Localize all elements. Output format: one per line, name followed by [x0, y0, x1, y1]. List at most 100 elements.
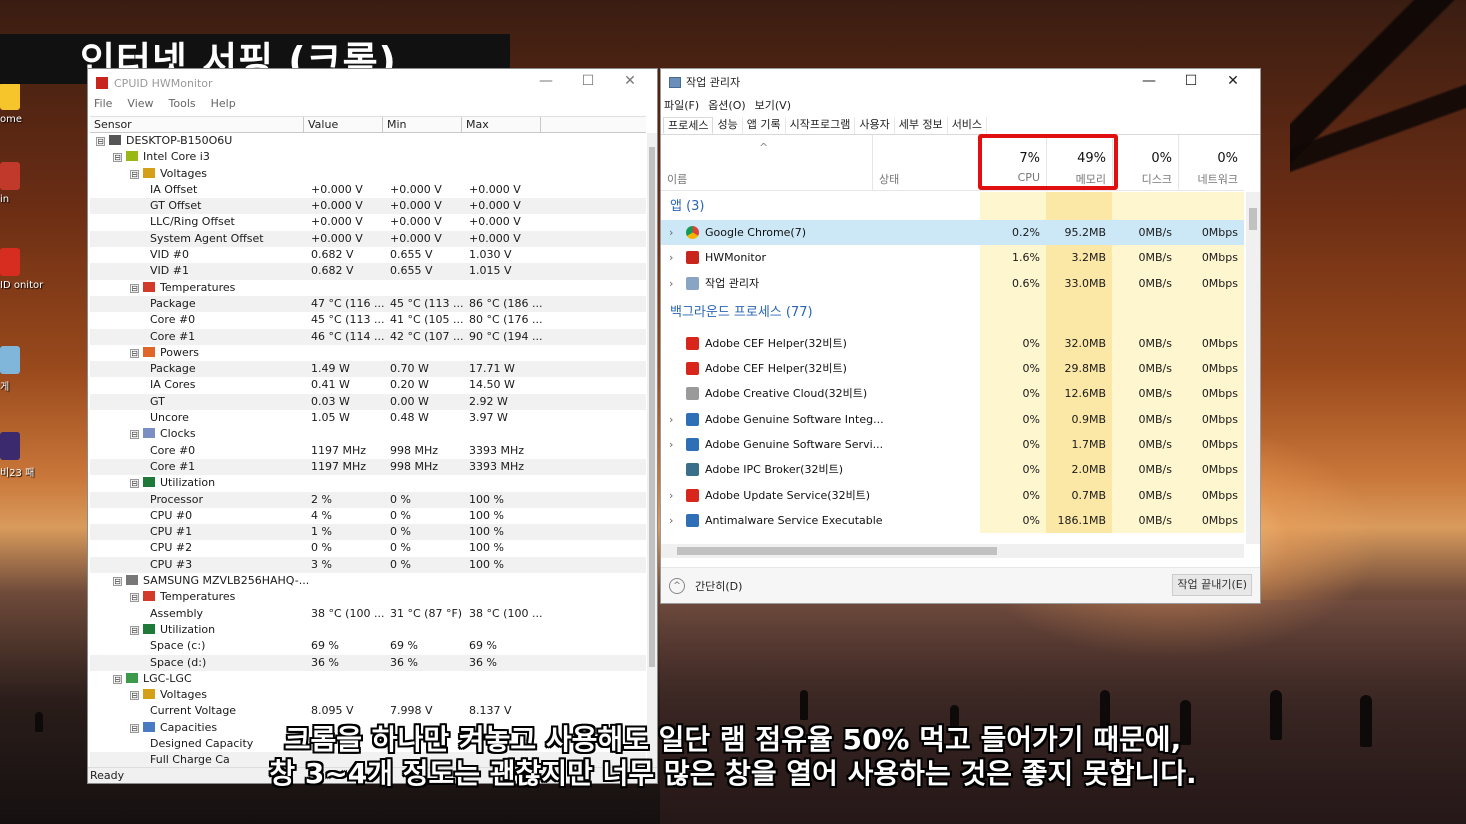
collapse-toggle-icon[interactable]: ⊟ [113, 153, 122, 163]
sensor-row[interactable]: Space (d:) 36 % 36 % 36 % [90, 654, 646, 671]
sensor-row[interactable]: GT Offset +0.000 V +0.000 V +0.000 V [90, 198, 646, 215]
process-row[interactable]: Adobe CEF Helper(32비트) 0% 29.8MB 0MB/s 0Mbps [661, 356, 1244, 382]
sensor-group-row[interactable]: ⊟ Powers [90, 345, 646, 361]
process-row[interactable]: › Google Chrome(7) 0.2% 95.2MB 0MB/s 0Mbps [661, 220, 1244, 246]
sensor-row[interactable]: CPU #3 3 % 0 % 100 % [90, 556, 646, 574]
process-list-hscroll[interactable] [661, 544, 1244, 558]
collapse-toggle-icon[interactable]: ⊟ [130, 430, 139, 440]
end-task-button[interactable]: 작업 끝내기(E) [1172, 574, 1252, 596]
column-status[interactable]: 상태 [872, 135, 980, 191]
sensor-row[interactable]: Package 1.49 W 0.70 W 17.71 W [90, 361, 646, 378]
sensor-row[interactable]: Space (c:) 69 % 69 % 69 % [90, 638, 646, 654]
sensor-row[interactable]: GT 0.03 W 0.00 W 2.92 W [90, 393, 646, 411]
sensor-row[interactable]: System Agent Offset +0.000 V +0.000 V +0.00… [90, 230, 646, 248]
desktop-shortcut-icon[interactable] [0, 248, 20, 276]
process-row[interactable]: › Adobe Update Service(32비트) 0% 0.7MB 0MB/s 0… [661, 482, 1244, 508]
column-min[interactable]: Min [383, 117, 462, 132]
column-value[interactable]: Value [304, 117, 383, 132]
sensor-row[interactable]: IA Cores 0.41 W 0.20 W 14.50 W [90, 377, 646, 393]
sensor-row[interactable]: Processor 2 % 0 % 100 % [90, 491, 646, 508]
expand-chevron-icon[interactable]: › [669, 483, 673, 508]
collapse-toggle-icon[interactable]: ⊟ [130, 593, 139, 603]
expand-chevron-icon[interactable]: › [669, 245, 673, 270]
sensor-row[interactable]: LLC/Ring Offset +0.000 V +0.000 V +0.000 V [90, 214, 646, 230]
collapse-toggle-icon[interactable]: ⊟ [113, 674, 122, 684]
taskmanager-window[interactable]: 작업 관리자 — ☐ ✕ 파일(F) 옵션(O) 보기(V) 프로세스 성능 앱 기… [660, 68, 1261, 604]
collapse-toggle-icon[interactable]: ⊟ [96, 137, 105, 146]
desktop-shortcut-icon[interactable] [0, 82, 20, 110]
collapse-toggle-icon[interactable]: ⊟ [113, 577, 122, 587]
sensor-group-row[interactable]: ⊟ LGC-LGC [90, 671, 646, 687]
column-network[interactable]: 0% 네트워크 [1178, 135, 1244, 191]
sensor-row[interactable]: Core #0 1197 MHz 998 MHz 3393 MHz [90, 443, 646, 459]
process-row[interactable]: Adobe CEF Helper(32비트) 0% 32.0MB 0MB/s 0Mbps [661, 330, 1244, 357]
expand-chevron-icon[interactable]: › [669, 508, 673, 533]
desktop-shortcut-icon[interactable] [0, 346, 20, 374]
scrollbar-thumb[interactable] [649, 147, 655, 667]
tab-2[interactable]: 앱 기록 [743, 117, 786, 134]
sensor-row[interactable]: IA Offset +0.000 V +0.000 V +0.000 V [90, 182, 646, 198]
process-row[interactable]: › HWMonitor 1.6% 3.2MB 0MB/s 0Mbps [661, 245, 1244, 271]
menu-view[interactable]: 보기(V) [755, 97, 791, 113]
fewer-details-button[interactable]: ^ 간단히(D) [669, 578, 742, 594]
sensor-row[interactable]: VID #0 0.682 V 0.655 V 1.030 V [90, 247, 646, 263]
menu-view[interactable]: View [127, 97, 153, 117]
menu-tools[interactable]: Tools [169, 97, 196, 117]
sensor-group-row[interactable]: ⊟ Voltages [90, 687, 646, 703]
column-max[interactable]: Max [462, 117, 541, 132]
sensor-row[interactable]: Core #1 46 °C (114 ... 42 °C (107 ... 90 °C… [90, 328, 646, 345]
collapse-toggle-icon[interactable]: ⊟ [130, 348, 139, 358]
process-list-vscroll[interactable] [1246, 192, 1260, 544]
collapse-toggle-icon[interactable]: ⊟ [130, 691, 139, 701]
scrollbar-thumb[interactable] [677, 547, 997, 555]
sensor-group-row[interactable]: ⊟ Utilization [90, 622, 646, 638]
sensor-row[interactable]: Core #0 45 °C (113 ... 41 °C (105 ... 80 °C… [90, 312, 646, 328]
process-row[interactable]: Adobe IPC Broker(32비트) 0% 2.0MB 0MB/s 0Mbps [661, 457, 1244, 483]
tab-0[interactable]: 프로세스 [663, 117, 714, 134]
column-sensor[interactable]: Sensor [90, 117, 304, 132]
maximize-button[interactable]: ☐ [567, 73, 609, 89]
menu-options[interactable]: 옵션(O) [708, 97, 745, 113]
tab-5[interactable]: 세부 정보 [895, 117, 948, 134]
expand-chevron-icon[interactable]: › [669, 432, 673, 457]
tab-3[interactable]: 시작프로그램 [786, 117, 856, 134]
sensor-row[interactable]: CPU #2 0 % 0 % 100 % [90, 540, 646, 556]
menu-file[interactable]: 파일(F) [664, 97, 699, 113]
collapse-toggle-icon[interactable]: ⊟ [130, 479, 139, 489]
column-name[interactable]: 이름 [667, 171, 687, 187]
sensor-row[interactable]: Package 47 °C (116 ... 45 °C (113 ... 86 °C… [90, 295, 646, 313]
process-row[interactable]: › Adobe Genuine Software Servi... 0% 1.7MB 0… [661, 432, 1244, 458]
sensor-row[interactable]: CPU #0 4 % 0 % 100 % [90, 508, 646, 524]
tab-6[interactable]: 서비스 [948, 117, 988, 134]
sensor-group-row[interactable]: ⊟ SAMSUNG MZVLB256HAHQ-... [90, 573, 646, 589]
desktop-shortcut-icon[interactable] [0, 432, 20, 460]
column-disk[interactable]: 0% 디스크 [1112, 135, 1178, 191]
sensor-group-row[interactable]: ⊟ Clocks [90, 426, 646, 442]
sensor-group-row[interactable]: ⊟ Utilization [90, 475, 646, 491]
sensor-group-row[interactable]: ⊟ Temperatures [90, 280, 646, 296]
minimize-button[interactable]: — [525, 73, 567, 89]
process-row[interactable]: Adobe Creative Cloud(32비트) 0% 12.6MB 0MB/s 0… [661, 381, 1244, 407]
menu-help[interactable]: Help [211, 97, 236, 117]
tab-1[interactable]: 성능 [713, 117, 743, 134]
hwmonitor-window[interactable]: CPUID HWMonitor — ☐ ✕ File View Tools He… [87, 68, 658, 784]
collapse-toggle-icon[interactable]: ⊟ [130, 625, 139, 635]
hwmonitor-scrollbar[interactable] [647, 133, 657, 769]
expand-chevron-icon[interactable]: › [669, 407, 673, 432]
expand-chevron-icon[interactable]: › [669, 271, 673, 296]
sensor-row[interactable]: Assembly 38 °C (100 ... 31 °C (87 °F) 38 °C… [90, 606, 646, 622]
sensor-row[interactable]: Uncore 1.05 W 0.48 W 3.97 W [90, 410, 646, 426]
process-row[interactable]: › Antimalware Service Executable 0% 186.1MB… [661, 507, 1244, 534]
sensor-group-row[interactable]: ⊟ Voltages [90, 166, 646, 182]
menu-file[interactable]: File [94, 97, 112, 117]
scrollbar-thumb[interactable] [1249, 208, 1257, 230]
expand-chevron-icon[interactable]: › [669, 220, 673, 245]
desktop-shortcut-icon[interactable] [0, 162, 20, 190]
tab-4[interactable]: 사용자 [855, 117, 895, 134]
minimize-button[interactable]: — [1128, 73, 1170, 89]
sensor-row[interactable]: CPU #1 1 % 0 % 100 % [90, 524, 646, 541]
collapse-toggle-icon[interactable]: ⊟ [130, 283, 139, 293]
sensor-row[interactable]: Core #1 1197 MHz 998 MHz 3393 MHz [90, 458, 646, 476]
collapse-toggle-icon[interactable]: ⊟ [130, 169, 139, 179]
maximize-button[interactable]: ☐ [1170, 73, 1212, 89]
